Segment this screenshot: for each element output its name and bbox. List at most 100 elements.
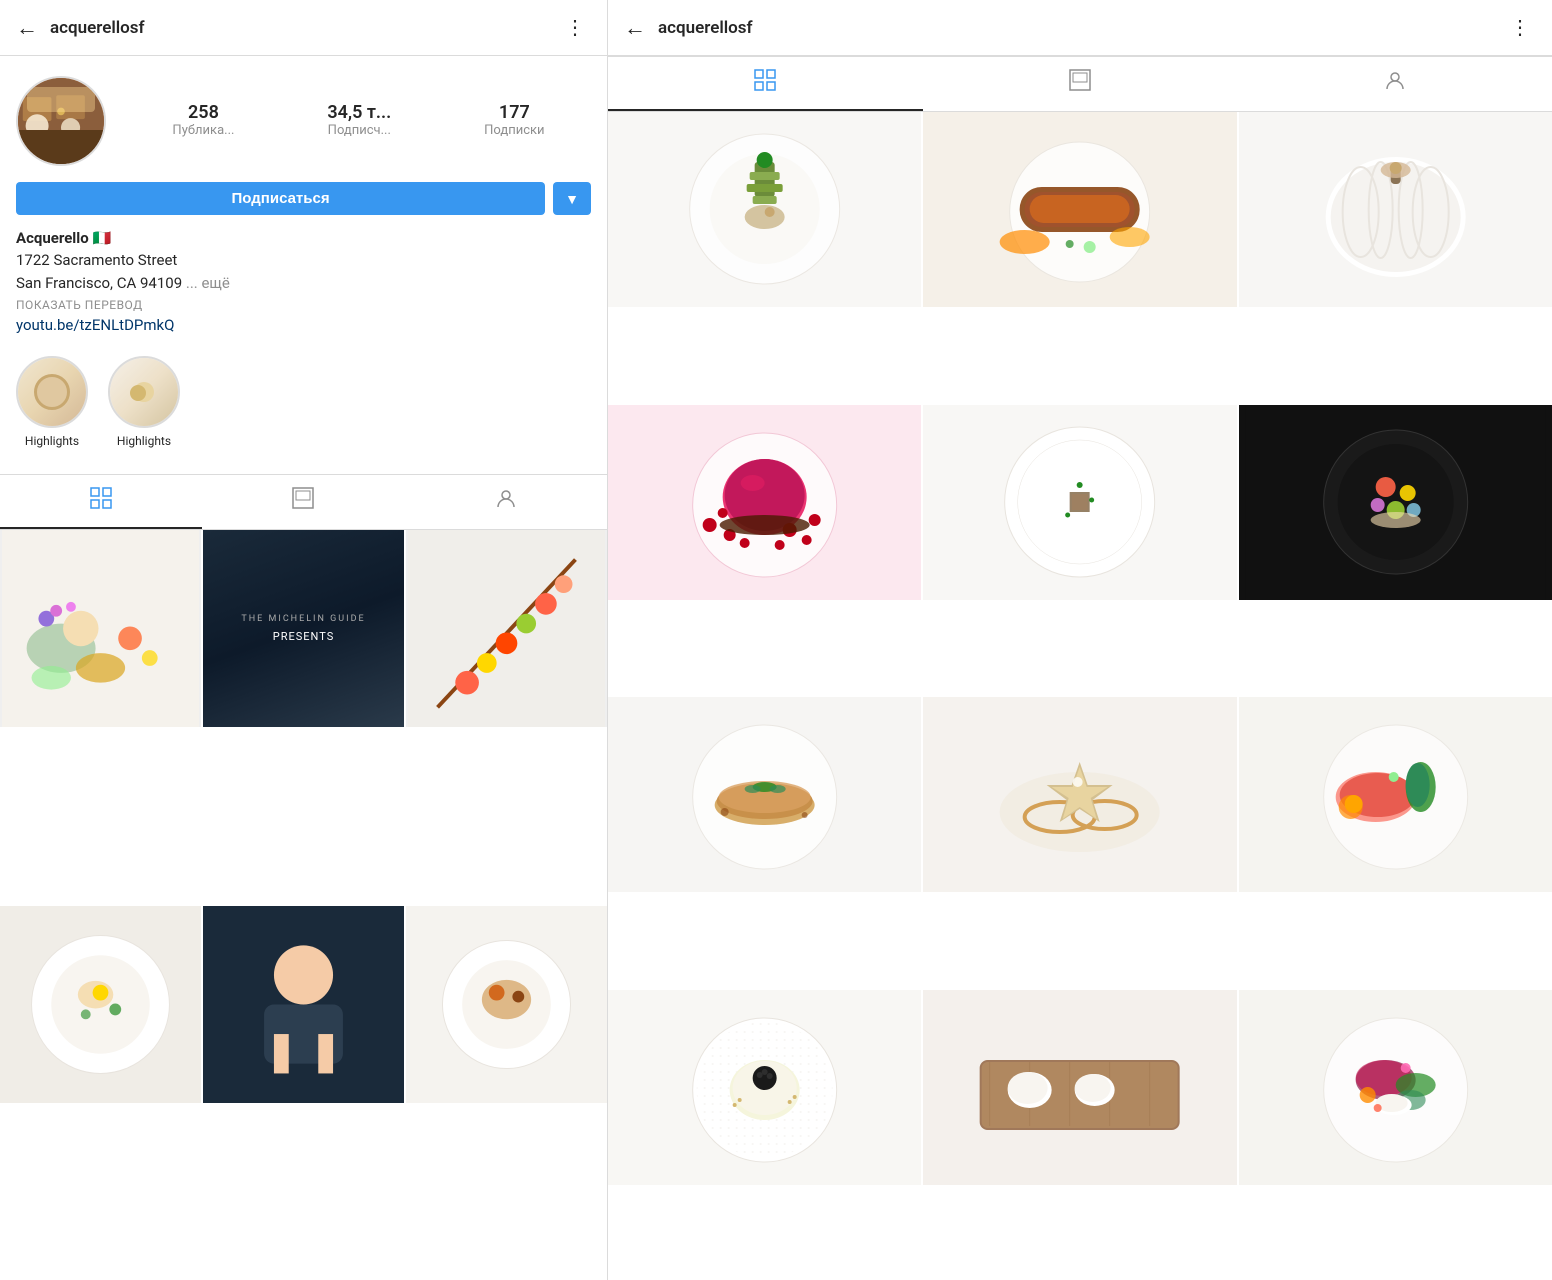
- right-grid-icon: [754, 69, 776, 97]
- right-post-9[interactable]: [1239, 697, 1552, 892]
- left-post-5[interactable]: [203, 906, 404, 1103]
- right-post-1[interactable]: [608, 112, 921, 307]
- left-post-4[interactable]: [0, 906, 201, 1103]
- right-tagged-icon: [1384, 69, 1406, 97]
- right-grid-svg: [754, 69, 776, 91]
- left-posts-grid: THE MICHELIN GUIDE PRESENTS: [0, 530, 607, 1280]
- stat-following: 177 Подписки: [484, 102, 544, 140]
- bio-name: Acquerello 🇮🇹: [16, 229, 591, 247]
- left-tab-feed[interactable]: [202, 475, 404, 529]
- right-feed-icon: [1069, 69, 1091, 97]
- food-illustration-3: [406, 530, 607, 727]
- right-post-6[interactable]: [1239, 405, 1552, 600]
- posts-label: Публика...: [172, 123, 234, 140]
- right-header: ← acquerellosf ⋮: [608, 0, 1552, 56]
- bio-address-line1: 1722 Sacramento Street: [16, 249, 591, 272]
- right-food-10: [608, 990, 921, 1185]
- right-food-11: [923, 990, 1236, 1185]
- highlights-row: Highlights Highlights: [16, 346, 591, 462]
- tagged-icon: [495, 487, 517, 515]
- right-tab-bar: [608, 56, 1552, 112]
- right-post-5[interactable]: [923, 405, 1236, 600]
- food-illustration-5: [406, 906, 607, 1103]
- left-header: ← acquerellosf ⋮: [0, 0, 607, 56]
- tagged-svg: [495, 487, 517, 509]
- avatar-illustration: [18, 78, 104, 164]
- left-more-button[interactable]: ⋮: [561, 11, 591, 44]
- highlight-image-1: [18, 358, 86, 426]
- right-food-7: [608, 697, 921, 892]
- posts-count: 258: [188, 102, 219, 124]
- right-food-6: [1239, 405, 1552, 600]
- feed-svg: [292, 487, 314, 509]
- person-illustration: [203, 906, 404, 1103]
- michelin-text-container: THE MICHELIN GUIDE PRESENTS: [225, 530, 381, 727]
- left-tab-bar: [0, 474, 607, 530]
- feed-icon: [292, 487, 314, 515]
- bio-city: San Francisco, CA 94109: [16, 274, 182, 292]
- right-food-3: [1239, 112, 1552, 307]
- subscribe-button[interactable]: Подписаться: [16, 182, 545, 215]
- stat-posts: 258 Публика...: [172, 102, 234, 140]
- bio-address-line2: San Francisco, CA 94109 ... ещё: [16, 272, 591, 295]
- followers-label: Подписч...: [328, 123, 391, 140]
- right-post-2[interactable]: [923, 112, 1236, 307]
- right-post-4[interactable]: [608, 405, 921, 600]
- right-food-1: [608, 112, 921, 307]
- left-profile-section: 258 Публика... 34,5 т... Подписч... 177 …: [0, 56, 607, 474]
- right-post-10[interactable]: [608, 990, 921, 1185]
- following-label: Подписки: [484, 123, 544, 140]
- highlight-circle-2: [108, 356, 180, 428]
- left-post-6[interactable]: [406, 906, 607, 1103]
- highlight-label-2: Highlights: [117, 434, 171, 448]
- left-post-2[interactable]: THE MICHELIN GUIDE PRESENTS: [203, 530, 404, 727]
- left-post-1[interactable]: [0, 530, 201, 727]
- michelin-presents: PRESENTS: [273, 630, 334, 643]
- right-feed-svg: [1069, 69, 1091, 91]
- bio-section: Acquerello 🇮🇹 1722 Sacramento Street San…: [16, 229, 591, 346]
- right-post-12[interactable]: [1239, 990, 1552, 1185]
- michelin-subtitle: THE MICHELIN GUIDE: [241, 614, 365, 624]
- profile-top-row: 258 Публика... 34,5 т... Подписч... 177 …: [16, 76, 591, 166]
- right-back-button[interactable]: ←: [624, 13, 654, 43]
- right-tab-tagged[interactable]: [1237, 57, 1552, 111]
- grid-icon: [90, 487, 112, 515]
- right-post-11[interactable]: [923, 990, 1236, 1185]
- highlight-item-2[interactable]: Highlights: [108, 356, 180, 448]
- right-food-9: [1239, 697, 1552, 892]
- right-post-8[interactable]: [923, 697, 1236, 892]
- left-tab-grid[interactable]: [0, 475, 202, 529]
- bio-translate[interactable]: ПОКАЗАТЬ ПЕРЕВОД: [16, 298, 591, 312]
- left-post-3[interactable]: [406, 530, 607, 727]
- bio-link[interactable]: youtu.be/tzENLtDPmkQ: [16, 316, 591, 334]
- grid-svg: [90, 487, 112, 509]
- right-post-7[interactable]: [608, 697, 921, 892]
- highlight-label-1: Highlights: [25, 434, 79, 448]
- stats-container: 258 Публика... 34,5 т... Подписч... 177 …: [126, 102, 591, 140]
- right-food-4: [608, 405, 921, 600]
- followers-count: 34,5 т...: [327, 102, 391, 124]
- right-food-12: [1239, 990, 1552, 1185]
- left-tab-tagged[interactable]: [405, 475, 607, 529]
- right-food-8: [923, 697, 1236, 892]
- right-tab-feed[interactable]: [923, 57, 1238, 111]
- subscribe-dropdown-button[interactable]: ▼: [553, 182, 591, 215]
- food-illustration-4: [0, 906, 201, 1103]
- right-more-button[interactable]: ⋮: [1506, 11, 1536, 44]
- avatar[interactable]: [16, 76, 106, 166]
- right-username: acquerellosf: [658, 18, 1506, 38]
- following-count: 177: [499, 102, 530, 124]
- left-panel: ← acquerellosf ⋮: [0, 0, 608, 1280]
- left-username: acquerellosf: [50, 18, 561, 38]
- right-tab-grid[interactable]: [608, 57, 923, 111]
- stat-followers: 34,5 т... Подписч...: [327, 102, 391, 140]
- right-post-3[interactable]: [1239, 112, 1552, 307]
- highlight-circle-1: [16, 356, 88, 428]
- highlight-image-2: [110, 358, 178, 426]
- highlight-item-1[interactable]: Highlights: [16, 356, 88, 448]
- bio-more: ... ещё: [186, 274, 230, 292]
- right-food-2: [923, 112, 1236, 307]
- left-back-button[interactable]: ←: [16, 13, 46, 43]
- right-tagged-svg: [1384, 69, 1406, 91]
- subscribe-row: Подписаться ▼: [16, 182, 591, 215]
